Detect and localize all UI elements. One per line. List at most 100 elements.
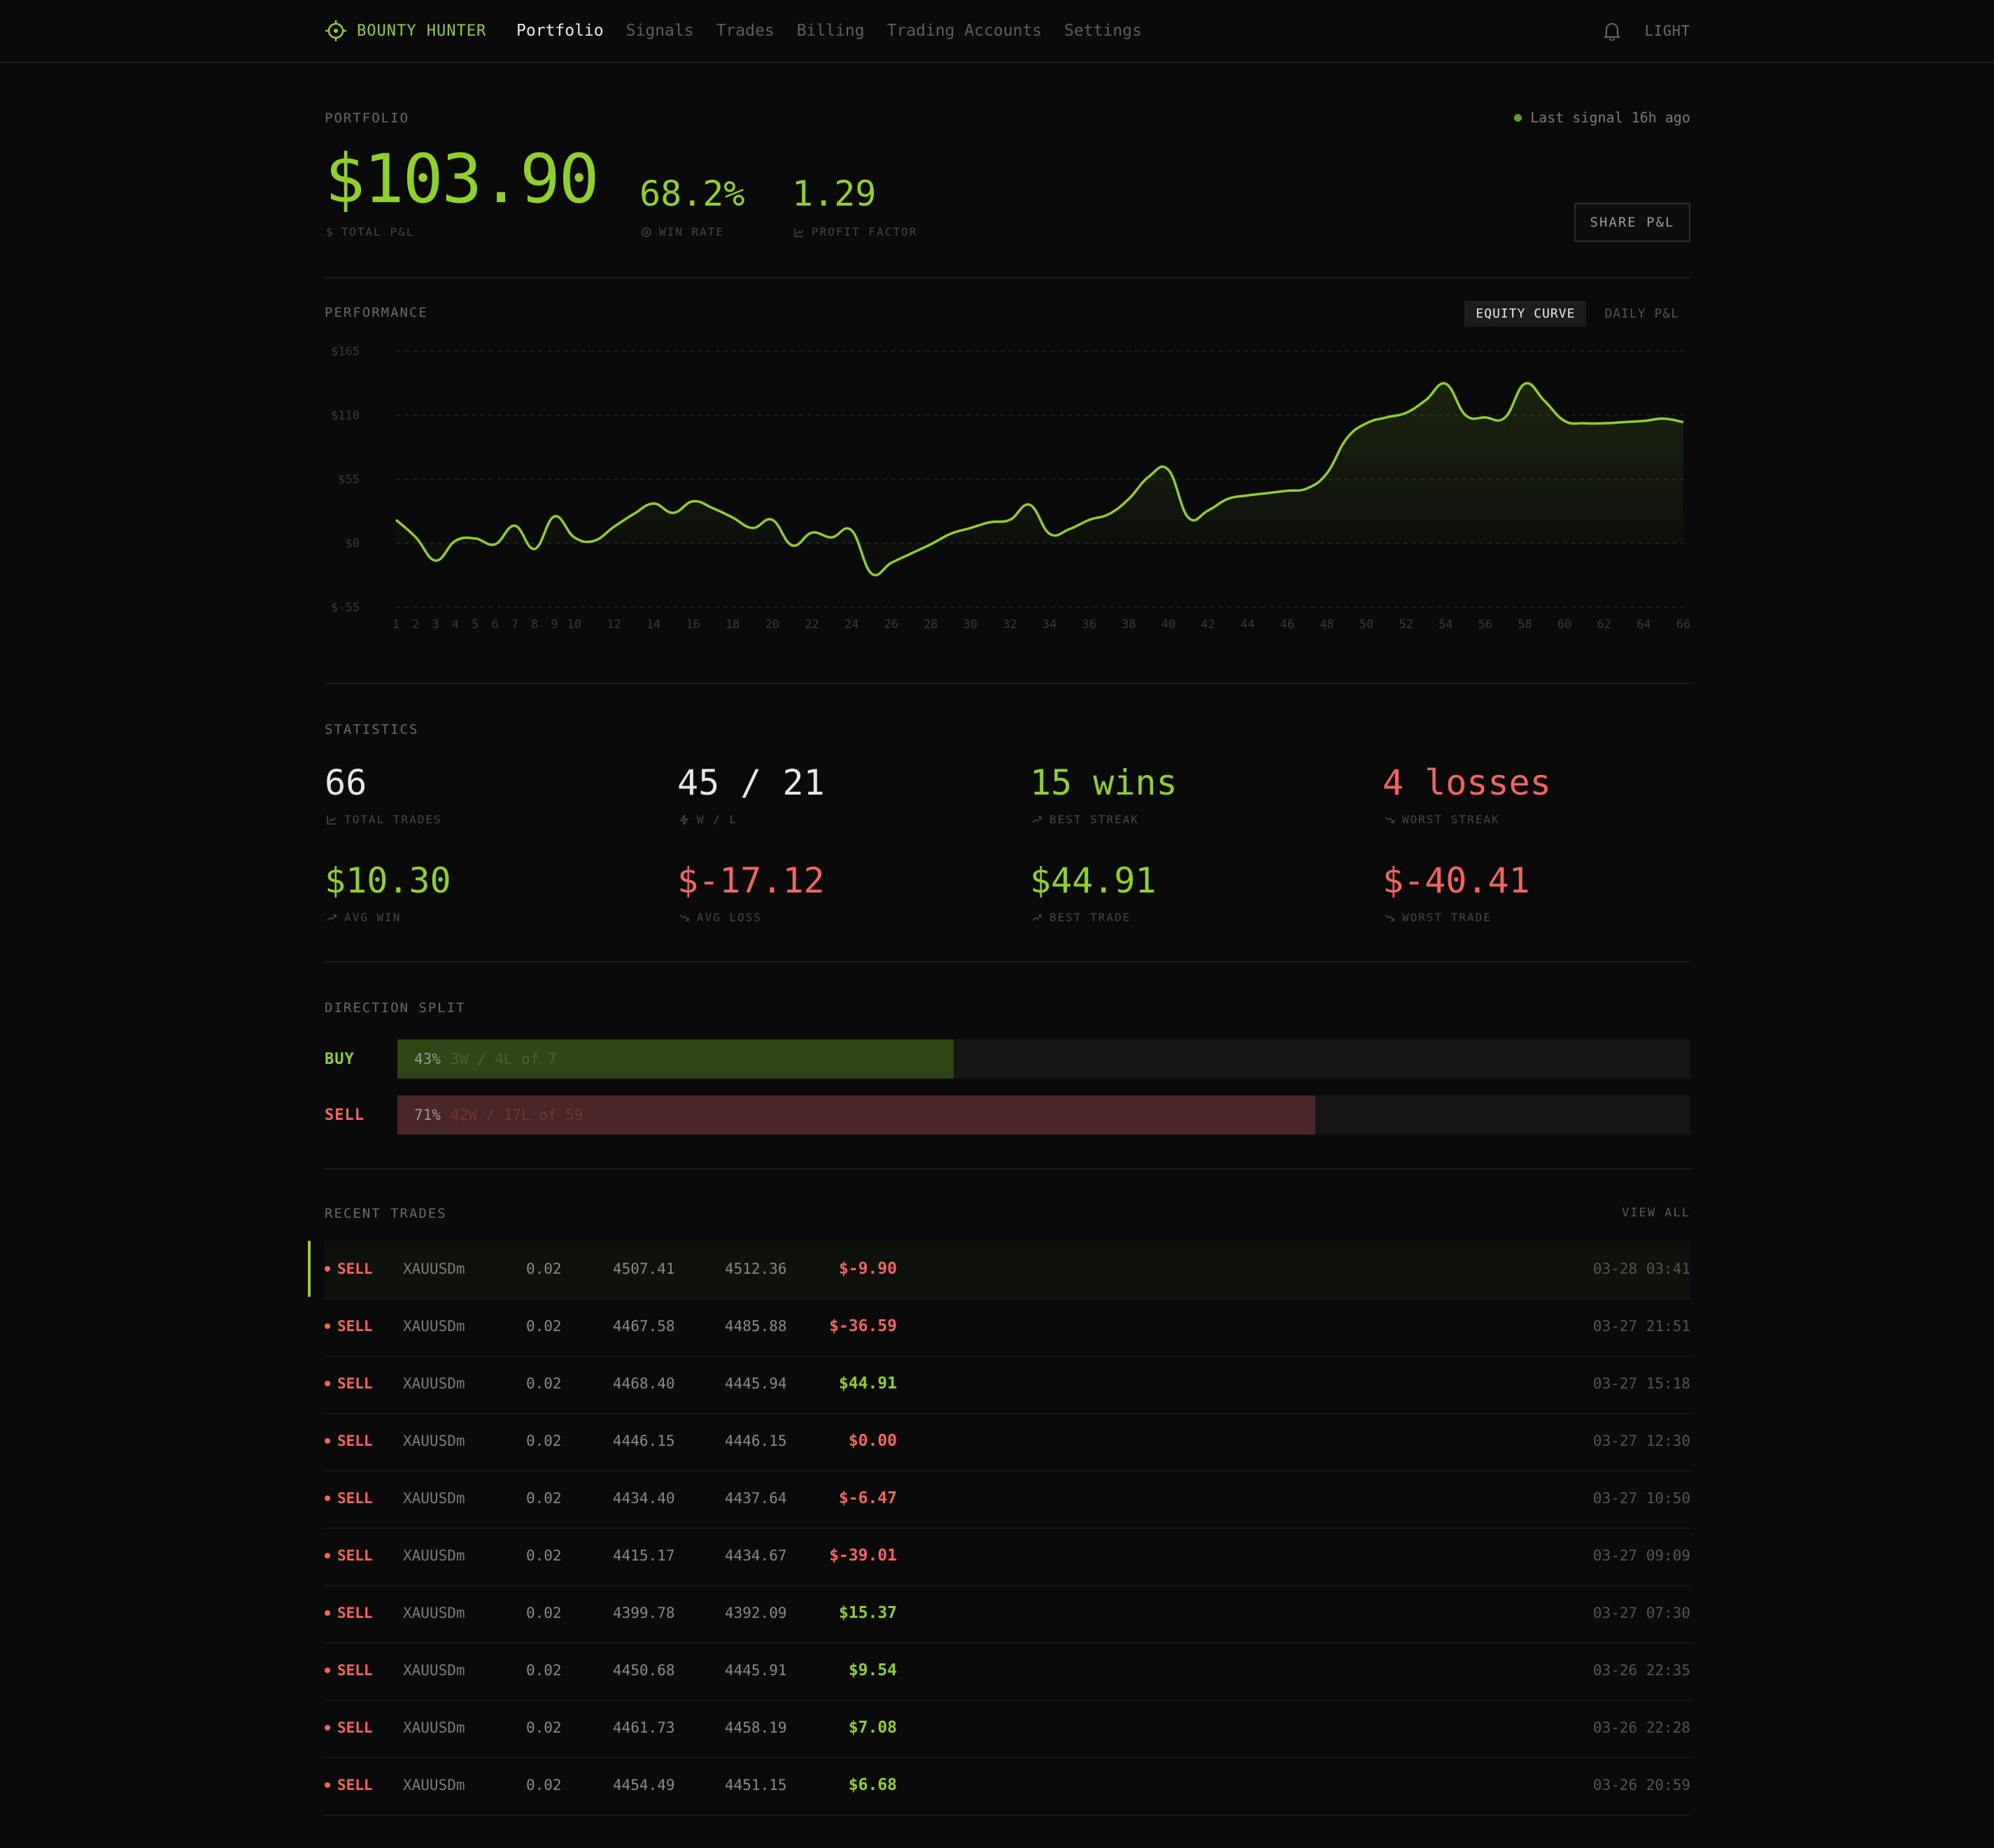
tab-daily-pnl[interactable]: DAILY P&L xyxy=(1593,301,1690,327)
data-point[interactable] xyxy=(1462,411,1470,420)
data-point[interactable] xyxy=(411,533,420,541)
data-point[interactable] xyxy=(1580,419,1588,427)
data-point[interactable] xyxy=(1184,513,1192,522)
data-point[interactable] xyxy=(1620,418,1628,426)
data-point[interactable] xyxy=(847,526,856,534)
data-point[interactable] xyxy=(1105,510,1113,518)
tab-equity-curve[interactable]: EQUITY CURVE xyxy=(1464,301,1587,327)
data-point[interactable] xyxy=(1560,417,1569,425)
data-point[interactable] xyxy=(451,536,460,545)
data-point[interactable] xyxy=(1164,466,1173,474)
data-point[interactable] xyxy=(590,536,598,545)
trade-row[interactable]: SELL XAUUSDm 0.02 4507.41 4512.36 $-9.90 03-28… xyxy=(308,1241,1690,1300)
trade-row[interactable]: SELL XAUUSDm 0.02 4461.73 4458.19 $7.08 03-26 … xyxy=(325,1700,1690,1758)
bell-icon[interactable] xyxy=(1603,21,1621,41)
data-point[interactable] xyxy=(471,534,479,543)
data-point[interactable] xyxy=(1145,473,1153,481)
theme-toggle[interactable]: LIGHT xyxy=(1645,22,1690,39)
data-point[interactable] xyxy=(1045,529,1054,538)
data-point[interactable] xyxy=(887,559,896,567)
data-point[interactable] xyxy=(926,540,935,548)
data-point[interactable] xyxy=(1541,397,1549,406)
data-point[interactable] xyxy=(1065,525,1073,534)
data-point[interactable] xyxy=(1600,419,1608,427)
view-all-link[interactable]: VIEW ALL xyxy=(1622,1206,1690,1220)
data-point[interactable] xyxy=(630,510,638,518)
trade-symbol: XAUUSDm xyxy=(403,1662,465,1679)
trade-row[interactable]: SELL XAUUSDm 0.02 4446.15 4446.15 $0.00 03-27 … xyxy=(325,1413,1690,1472)
data-point[interactable] xyxy=(807,529,816,537)
data-point[interactable] xyxy=(1085,516,1094,524)
data-point[interactable] xyxy=(432,556,440,564)
data-point[interactable] xyxy=(728,513,737,522)
data-point[interactable] xyxy=(511,522,519,530)
data-point[interactable] xyxy=(788,541,796,550)
trade-row[interactable]: SELL XAUUSDm 0.02 4399.78 4392.09 $15.37 03-27… xyxy=(325,1585,1690,1644)
trade-row[interactable]: SELL XAUUSDm 0.02 4454.49 4451.15 $6.68 03-26 … xyxy=(325,1757,1690,1816)
data-point[interactable] xyxy=(1501,413,1509,422)
data-point[interactable] xyxy=(1362,419,1371,427)
data-point[interactable] xyxy=(749,524,757,532)
data-point[interactable] xyxy=(1382,413,1390,422)
trade-row[interactable]: SELL XAUUSDm 0.02 4415.17 4434.67 $-39.01 03-2… xyxy=(325,1528,1690,1586)
data-point[interactable] xyxy=(392,516,400,524)
data-point[interactable] xyxy=(1124,495,1133,503)
data-point[interactable] xyxy=(1343,434,1351,443)
data-point[interactable] xyxy=(669,509,677,517)
data-point[interactable] xyxy=(491,540,500,548)
data-point[interactable] xyxy=(1402,408,1410,417)
data-point[interactable] xyxy=(1243,491,1252,499)
nav-portfolio[interactable]: Portfolio xyxy=(516,22,604,40)
data-point[interactable] xyxy=(1303,484,1311,492)
nav-billing[interactable]: Billing xyxy=(797,22,865,40)
data-point[interactable] xyxy=(609,523,618,531)
brand[interactable]: BOUNTY HUNTER xyxy=(325,18,486,43)
data-point[interactable] xyxy=(709,504,717,513)
data-point[interactable] xyxy=(1322,469,1331,478)
data-point[interactable] xyxy=(649,499,658,508)
direction-dot-icon xyxy=(325,1725,330,1730)
win-rate-value: 68.2% xyxy=(639,173,745,214)
trend-up-icon xyxy=(1032,914,1042,921)
data-point[interactable] xyxy=(1283,487,1292,495)
data-point[interactable] xyxy=(1660,414,1668,422)
data-point[interactable] xyxy=(828,533,836,541)
trade-row[interactable]: SELL XAUUSDm 0.02 4468.40 4445.94 $44.91 03-27… xyxy=(325,1356,1690,1414)
data-point[interactable] xyxy=(570,533,579,541)
data-point[interactable] xyxy=(1026,501,1034,509)
data-point[interactable] xyxy=(1679,418,1688,426)
trade-entry: 4415.17 xyxy=(613,1547,675,1564)
data-point[interactable] xyxy=(947,529,955,538)
data-point[interactable] xyxy=(1264,489,1272,497)
data-point[interactable] xyxy=(550,512,558,520)
direction-dot-icon xyxy=(325,1381,330,1386)
data-point[interactable] xyxy=(1422,396,1430,404)
trade-time: 03-27 12:30 xyxy=(1592,1433,1690,1449)
data-point[interactable] xyxy=(1441,380,1450,388)
nav-trades[interactable]: Trades xyxy=(716,22,775,40)
divider xyxy=(325,1168,1690,1170)
profit-factor-value: 1.29 xyxy=(792,173,877,214)
data-point[interactable] xyxy=(907,549,915,557)
data-point[interactable] xyxy=(768,516,777,524)
data-point[interactable] xyxy=(966,524,975,532)
data-point[interactable] xyxy=(867,569,875,578)
nav-signals[interactable]: Signals xyxy=(626,22,694,40)
trade-pnl: $44.91 xyxy=(838,1374,897,1393)
data-point[interactable] xyxy=(986,518,994,527)
data-point[interactable] xyxy=(1481,413,1490,422)
direction-detail: 3W / 4L of 7 xyxy=(450,1051,557,1067)
trade-row[interactable]: SELL XAUUSDm 0.02 4450.68 4445.91 $9.54 03-26 … xyxy=(325,1642,1690,1701)
nav-settings[interactable]: Settings xyxy=(1064,22,1142,40)
share-pnl-button[interactable]: SHARE P&L xyxy=(1574,203,1690,242)
trade-row[interactable]: SELL XAUUSDm 0.02 4434.40 4437.64 $-6.47 03-27… xyxy=(325,1470,1690,1529)
data-point[interactable] xyxy=(1204,506,1212,515)
data-point[interactable] xyxy=(1639,417,1648,425)
nav-trading-accounts[interactable]: Trading Accounts xyxy=(887,22,1042,40)
data-point[interactable] xyxy=(1006,516,1014,524)
data-point[interactable] xyxy=(1521,380,1529,388)
data-point[interactable] xyxy=(689,497,698,506)
data-point[interactable] xyxy=(1224,495,1232,503)
trade-row[interactable]: SELL XAUUSDm 0.02 4467.58 4485.88 $-36.59 03-2… xyxy=(325,1298,1690,1357)
data-point[interactable] xyxy=(530,545,539,553)
